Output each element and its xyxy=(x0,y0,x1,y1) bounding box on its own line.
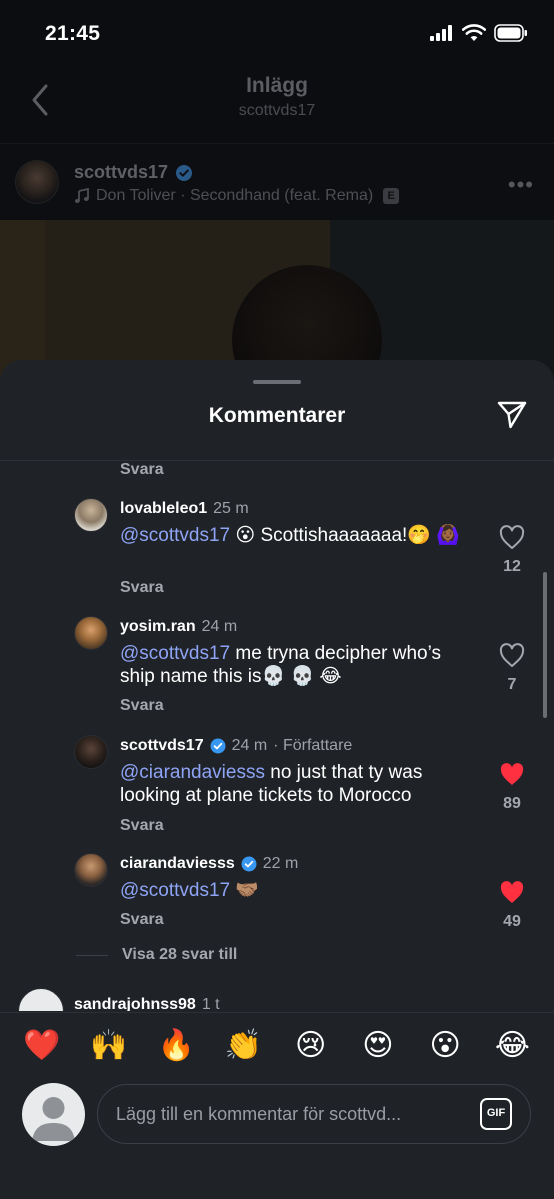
mention-link[interactable]: @scottvds17 xyxy=(120,880,230,901)
emoji-clap[interactable]: 👏 xyxy=(219,1029,267,1063)
comment-input[interactable]: Lägg till en kommentar för scottvd... GI… xyxy=(97,1084,531,1144)
commenter-username[interactable]: sandrajohnss98 xyxy=(74,996,196,1011)
like-count: 49 xyxy=(503,913,521,930)
emoji-heart-eyes[interactable]: 😍 xyxy=(354,1029,402,1063)
post-music[interactable]: Don Toliver · Secondhand (feat. Rema) E xyxy=(74,187,400,205)
my-avatar[interactable] xyxy=(22,1083,85,1146)
commenter-avatar[interactable] xyxy=(74,853,108,887)
emoji-heart[interactable]: ❤️ xyxy=(18,1029,66,1063)
verified-badge-icon xyxy=(210,738,226,754)
reply-button[interactable]: Svara xyxy=(120,697,164,715)
heart-filled-icon[interactable] xyxy=(498,761,526,787)
comment-body: 🤝🏽 xyxy=(230,880,260,901)
signal-icon xyxy=(430,25,452,41)
emoji-crying[interactable]: 😢 xyxy=(287,1029,335,1063)
post-music-label: Don Toliver · Secondhand (feat. Rema) xyxy=(96,187,374,204)
comment-text: @scottvds17 🤝🏽 xyxy=(120,879,475,902)
like-count: 89 xyxy=(503,795,521,812)
comment-input-placeholder: Lägg till en kommentar för scottvd... xyxy=(116,1104,402,1124)
status-time: 21:45 xyxy=(45,22,101,45)
comment-time: 25 m xyxy=(213,500,249,517)
status-bar: 21:45 xyxy=(0,0,554,60)
commenter-username[interactable]: scottvds17 xyxy=(120,737,204,755)
comment-body: 😮 Scottishaaaaaaa!🤭 🙆🏾‍♀️ xyxy=(230,525,460,546)
post-image xyxy=(0,220,554,380)
page-subtitle: scottvds17 xyxy=(238,102,316,119)
home-indicator xyxy=(0,1191,554,1199)
battery-icon xyxy=(494,24,527,42)
gif-button[interactable]: GIF xyxy=(480,1098,512,1130)
comment-time: 24 m xyxy=(231,737,268,754)
commenter-avatar[interactable] xyxy=(18,988,64,1011)
reply-button[interactable]: Svara xyxy=(120,461,164,479)
music-note-icon xyxy=(74,188,89,203)
mention-link[interactable]: @ciarandaviesss xyxy=(120,762,265,783)
sheet-title: Kommentarer xyxy=(208,404,346,427)
comment-list: Svara lovableleo1 25 m @scottvds17 😮 Sco… xyxy=(0,461,554,1011)
like-count: 12 xyxy=(503,558,521,575)
page-title: Inlägg xyxy=(246,74,308,97)
sheet-grabber[interactable] xyxy=(253,380,301,384)
comment-meta: ciarandaviesss 22 m xyxy=(120,855,298,873)
commenter-username[interactable]: yosim.ran xyxy=(120,618,196,636)
comment-text: @scottvds17 😮 Scottishaaaaaaa!🤭 🙆🏾‍♀️ xyxy=(120,524,475,547)
comment-composer: Lägg till en kommentar för scottvd... GI… xyxy=(0,1078,554,1199)
share-paper-plane-icon[interactable] xyxy=(496,398,528,430)
commenter-avatar[interactable] xyxy=(74,735,108,769)
verified-badge-icon xyxy=(176,164,193,181)
status-icons xyxy=(430,24,528,42)
emoji-fire[interactable]: 🔥 xyxy=(152,1029,200,1063)
view-more-replies[interactable]: Visa 28 svar till xyxy=(76,946,237,964)
more-options-icon[interactable]: ••• xyxy=(508,172,534,198)
explicit-badge: E xyxy=(383,188,400,204)
default-avatar-icon xyxy=(32,1097,75,1141)
comment-time: 22 m xyxy=(262,855,299,872)
wifi-icon xyxy=(462,24,486,41)
commenter-username[interactable]: ciarandaviesss xyxy=(120,855,235,873)
comment-time: 24 m xyxy=(201,618,238,635)
comment-meta: scottvds17 24 m · Författare xyxy=(120,737,352,755)
view-more-replies-label: Visa 28 svar till xyxy=(122,946,238,963)
heart-filled-icon[interactable] xyxy=(498,879,526,905)
verified-badge-icon xyxy=(241,856,257,872)
emoji-surprised[interactable]: 😮 xyxy=(421,1029,469,1063)
commenter-username[interactable]: lovableleo1 xyxy=(120,500,207,518)
post-header: scottvds17 Don Toliver · Secondhand (fea… xyxy=(0,143,554,219)
comment-time: 1 t xyxy=(201,996,220,1011)
reply-button[interactable]: Svara xyxy=(120,579,164,597)
emoji-reaction-bar: ❤️ 🙌 🔥 👏 😢 😍 😮 😂 xyxy=(0,1012,554,1078)
emoji-raised-hands[interactable]: 🙌 xyxy=(85,1029,133,1063)
comment-meta: yosim.ran 24 m xyxy=(120,618,237,636)
comment-meta: lovableleo1 25 m xyxy=(120,500,249,518)
image-pillar xyxy=(0,220,45,380)
heart-outline-icon[interactable] xyxy=(498,524,526,550)
commenter-avatar[interactable] xyxy=(74,498,108,532)
comment-text: @ciarandaviesss no just that ty was look… xyxy=(120,761,475,807)
author-tag: · Författare xyxy=(273,737,353,754)
mention-link[interactable]: @scottvds17 xyxy=(120,525,230,546)
emoji-laughing[interactable]: 😂 xyxy=(488,1029,536,1063)
replies-divider xyxy=(76,954,108,956)
reply-button[interactable]: Svara xyxy=(120,817,164,835)
heart-outline-icon[interactable] xyxy=(498,642,526,668)
mention-link[interactable]: @scottvds17 xyxy=(120,643,230,664)
post-author[interactable]: scottvds17 xyxy=(74,162,193,183)
post-author-avatar[interactable] xyxy=(15,160,59,204)
comment-text: @scottvds17 me tryna decipher who’s ship… xyxy=(120,642,475,688)
like-count: 7 xyxy=(507,676,517,693)
post-author-name: scottvds17 xyxy=(74,162,169,182)
comment-meta: sandrajohnss98 1 t xyxy=(74,996,220,1011)
scrollbar[interactable] xyxy=(543,572,547,718)
top-nav: Inlägg scottvds17 xyxy=(0,60,554,140)
reply-button[interactable]: Svara xyxy=(120,911,164,929)
commenter-avatar[interactable] xyxy=(74,616,108,650)
